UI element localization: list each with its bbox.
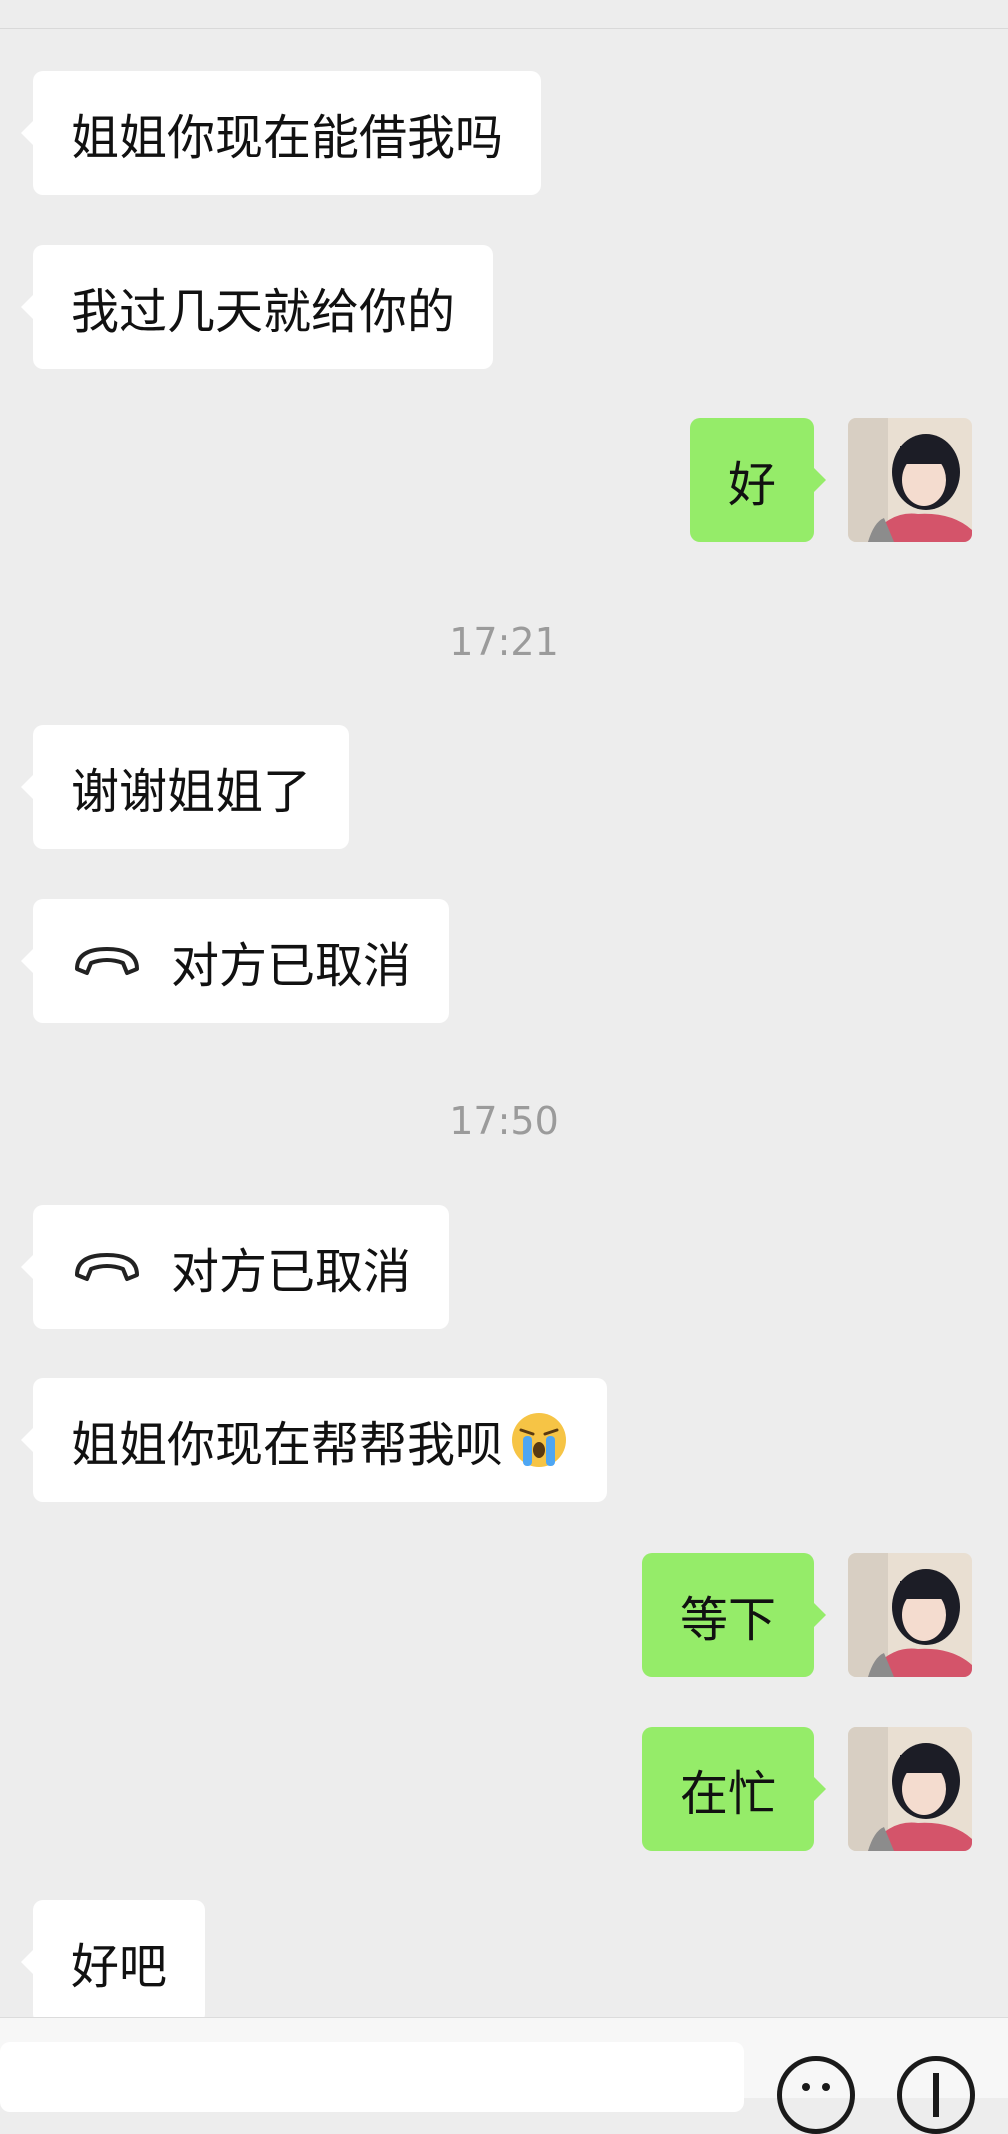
sent-message-bubble[interactable]: 等下 [641, 1553, 827, 1677]
message-row: 谢谢姐姐了 [0, 725, 1008, 849]
received-message-bubble[interactable]: 我过几天就给你的 [20, 245, 494, 369]
message-text: 在忙 [679, 1766, 776, 1822]
received-message-bubble[interactable]: 好吧 [20, 1900, 206, 2024]
message-text: 我过几天就给你的 [71, 284, 456, 340]
user-avatar[interactable] [848, 1727, 972, 1851]
message-row: 姐姐你现在帮帮我呗 [0, 1378, 1008, 1502]
message-text: 对方已取消 [171, 1244, 412, 1300]
user-avatar[interactable] [848, 418, 972, 542]
message-text: 姐姐你现在帮帮我呗 [71, 1417, 504, 1473]
phone-hangup-icon [75, 1253, 139, 1281]
message-text: 对方已取消 [171, 938, 412, 994]
received-message-bubble[interactable]: 姐姐你现在帮帮我呗 [20, 1378, 608, 1502]
message-row: 对方已取消 [0, 899, 1008, 1023]
message-text: 好吧 [71, 1939, 168, 1995]
call-cancelled-bubble[interactable]: 对方已取消 [20, 1205, 450, 1329]
message-input[interactable] [0, 2042, 744, 2112]
timestamp: 17:21 [449, 620, 559, 664]
message-text: 等下 [679, 1592, 776, 1648]
message-text: 好 [727, 457, 776, 513]
timestamp: 17:50 [449, 1099, 559, 1143]
add-plus-icon[interactable] [897, 2056, 975, 2134]
crying-face-emoji [512, 1413, 567, 1467]
received-message-bubble[interactable]: 谢谢姐姐了 [20, 725, 350, 849]
sent-message-bubble[interactable]: 在忙 [641, 1727, 827, 1851]
message-row: 我过几天就给你的 [0, 245, 1008, 369]
call-cancelled-bubble[interactable]: 对方已取消 [20, 899, 450, 1023]
message-row: 好 [0, 418, 1008, 542]
message-row: 在忙 [0, 1727, 1008, 1851]
input-bar [0, 2017, 1008, 2134]
message-row: 对方已取消 [0, 1205, 1008, 1329]
received-message-bubble[interactable]: 姐姐你现在能借我吗 [20, 71, 542, 195]
sent-message-bubble[interactable]: 好 [689, 418, 827, 542]
emoji-smiley-icon[interactable] [777, 2056, 855, 2134]
user-avatar[interactable] [848, 1553, 972, 1677]
message-row: 好吧 [0, 1900, 1008, 2024]
top-divider [0, 0, 1008, 29]
message-row: 姐姐你现在能借我吗 [0, 71, 1008, 195]
message-text: 谢谢姐姐了 [71, 764, 312, 820]
message-text: 姐姐你现在能借我吗 [71, 110, 504, 166]
message-row: 等下 [0, 1553, 1008, 1677]
phone-hangup-icon [75, 947, 139, 975]
